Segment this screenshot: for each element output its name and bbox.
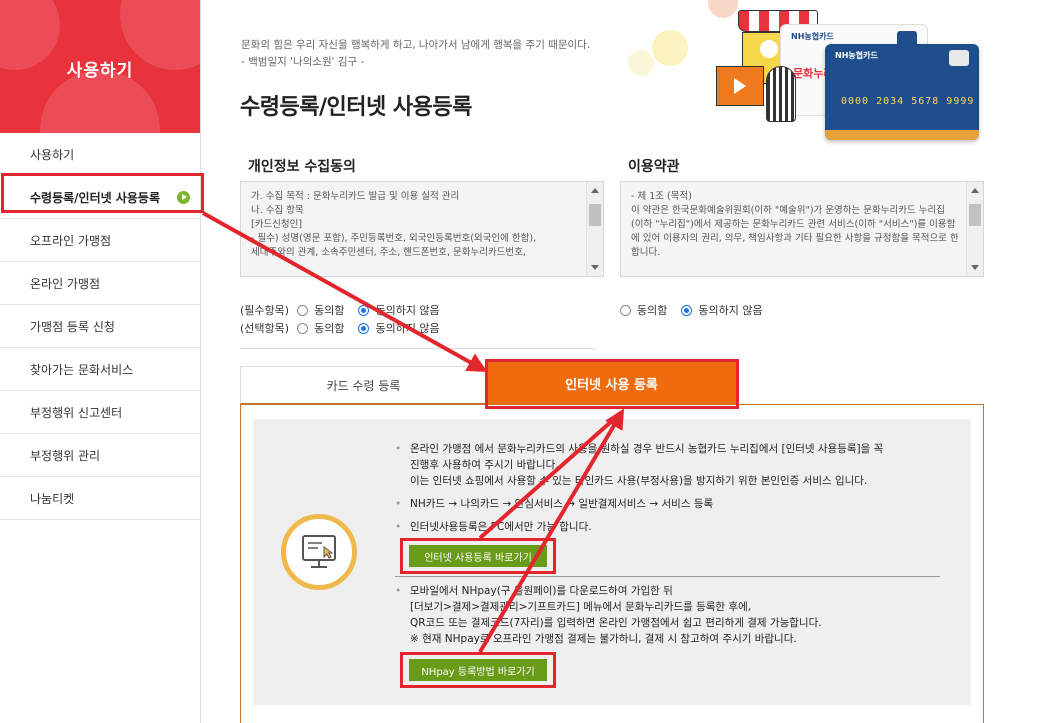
guide-text: [더보기>결제>결제관리>기프트카드] 메뉴에서 문화누리카드를 등록한 후에, [410,601,752,613]
required-agree-radio[interactable] [297,304,309,316]
guide-text: 온라인 가맹점 에서 문화누리카드의 사용을 원하실 경우 반드시 농협카드 누… [395,441,883,457]
sidebar-item-offline-store[interactable]: 오프라인 가맹점 [0,219,200,262]
sidebar-item-label: 나눔티켓 [30,491,75,506]
required-consent-row: (필수항목) 동의함 동의하지 않음 [240,302,454,318]
guide-path: NH카드 → 나의카드 → 안심서비스 → 일반결제서비스 → 서비스 등록 [395,496,883,512]
sidebar-item-store-apply[interactable]: 가맹점 등록 신청 [0,305,200,348]
terms-line: - 제 1조 (목적) [631,191,692,202]
internet-guide: 온라인 가맹점 에서 문화누리카드의 사용을 원하실 경우 반드시 농협카드 누… [395,441,883,535]
terms-line: 이 약관은 한국문화예술위원회(이하 "예술위")가 운영하는 문화누리카드 누… [631,205,945,216]
privacy-line: 나. 수집 항목 [251,205,304,216]
scrollbar[interactable] [966,182,983,276]
guide-text: QR코드 또는 결제코드(7자리)를 입력하면 온라인 가맹점에서 쉽고 편리하… [410,617,822,629]
privacy-line: 세대주와의 관계, 소속주민센터, 주소, 핸드폰번호, 문화누리카드번호, [251,247,526,258]
guide-text: 진행후 사용하여 주시기 바랍니다. [410,459,559,471]
tab-card-receive[interactable]: 카드 수령 등록 [240,366,487,404]
terms-heading: 이용약관 [628,159,680,175]
quote: 문화의 힘은 우리 자신을 행복하게 하고, 나아가서 남에게 행복을 주기 때… [241,37,590,71]
computer-icon [281,514,357,590]
card-brand: NH농협카드 [791,32,834,41]
nhpay-guide-link-button[interactable]: NHpay 등록방법 바로가기 [409,659,547,681]
guide-text: 인터넷사용등록은 PC에서만 가능 합니다. [395,519,883,535]
sidebar-item-label: 사용하기 [30,147,75,162]
privacy-line: - 필수) 성명(영문 포함), 주민등록번호, 외국인등록번호(외국인에 한함… [251,233,537,244]
optional-consent-row: (선택항목) 동의함 동의하지 않음 [240,320,454,336]
nhpay-guide: 모바일에서 NHpay(구 올원페이)를 다운로드하여 가입한 뒤 [더보기>결… [395,583,822,647]
privacy-line: 가. 수집 목적 : 문화누리카드 발급 및 이용 실적 관리 [251,191,460,202]
required-label: (필수항목) [240,304,290,317]
terms-agree-radio[interactable] [620,304,631,316]
sidebar-item-online-store[interactable]: 온라인 가맹점 [0,262,200,305]
arrow-right-icon [177,191,190,204]
guide-text: 모바일에서 NHpay(구 올원페이)를 다운로드하여 가입한 뒤 [395,583,822,599]
agree-label: 동의함 [637,304,668,317]
privacy-line: [카드신청인] [251,219,303,230]
quote-line: 문화의 힘은 우리 자신을 행복하게 하고, 나아가서 남에게 행복을 주기 때… [241,39,591,51]
sidebar-item-label: 가맹점 등록 신청 [30,319,115,334]
terms-disagree-radio[interactable] [681,304,693,316]
optional-agree-radio[interactable] [297,322,309,334]
page-title: 수령등록/인터넷 사용등록 [240,95,472,120]
terms-consent-row: 동의함 동의하지 않음 [620,302,777,318]
tab-internet-register[interactable]: 인터넷 사용 등록 [487,362,736,404]
sidebar-item-label: 온라인 가맹점 [30,276,101,291]
sidebar-item-fraud-report[interactable]: 부정행위 신고센터 [0,391,200,434]
privacy-textbox[interactable]: 가. 수집 목적 : 문화누리카드 발급 및 이용 실적 관리 나. 수집 항목… [240,181,604,277]
sidebar-item-registration[interactable]: 수령등록/인터넷 사용등록 [0,176,200,219]
card-image-front: NH농협카드 0000 2034 5678 9999 [825,44,979,140]
terms-line: (이하 "누리집")에서 제공하는 문화누리카드 관련 서비스(이하 "서비스"… [631,219,956,230]
sidebar-item-fraud-manage[interactable]: 부정행위 관리 [0,434,200,477]
sidebar-item-usage[interactable]: 사용하기 [0,133,200,176]
header-illustration: NH농협카드 문화누리 NH농협카드 0000 2034 5678 9999 [620,0,1000,145]
terms-line: 합니다. [631,247,661,258]
privacy-heading: 개인정보 수집동의 [248,159,356,175]
agree-label: 동의함 [314,304,345,317]
sidebar-item-label: 오프라인 가맹점 [30,233,112,248]
sidebar-item-label: 찾아가는 문화서비스 [30,362,134,377]
terms-line: 에 있어 이용자의 권리, 의무, 책임사항과 기타 필요한 사항을 규정함을 … [631,233,959,244]
required-disagree-radio[interactable] [358,304,370,316]
internet-register-link-button[interactable]: 인터넷 사용등록 바로가기 [409,545,547,567]
scrollbar[interactable] [586,182,603,276]
card-brand: NH농협카드 [835,51,878,60]
disagree-label: 동의하지 않음 [375,322,440,335]
sidebar-item-label: 부정행위 관리 [30,448,101,463]
sidebar-item-label: 수령등록/인터넷 사용등록 [30,190,161,205]
sidebar-item-visiting-service[interactable]: 찾아가는 문화서비스 [0,348,200,391]
quote-author: - 백범일지 '나의소원' 김구 - [241,56,365,68]
guide-text: 이는 인터넷 쇼핑에서 사용할 수 있는 타인카드 사용(부정사용)을 방지하기… [410,475,868,487]
divider [395,576,940,577]
divider [240,348,596,349]
sidebar-header: 사용하기 [0,0,200,133]
guide-notice: ※ 현재 NHpay로 오프라인 가맹점 결제는 불가하니, 결제 시 참고하여… [410,633,797,645]
sidebar-item-share-ticket[interactable]: 나눔티켓 [0,477,200,520]
agree-label: 동의함 [314,322,345,335]
terms-textbox[interactable]: - 제 1조 (목적) 이 약관은 한국문화예술위원회(이하 "예술위")가 운… [620,181,984,277]
sidebar-item-label: 부정행위 신고센터 [30,405,123,420]
disagree-label: 동의하지 않음 [698,304,763,317]
disagree-label: 동의하지 않음 [375,304,440,317]
optional-label: (선택항목) [240,322,290,335]
sidebar-title: 사용하기 [66,61,134,81]
optional-disagree-radio[interactable] [358,322,370,334]
card-number: 0000 2034 5678 9999 [841,96,975,107]
sidebar: 사용하기 사용하기 수령등록/인터넷 사용등록 오프라인 가맹점 온라인 가맹점… [0,0,201,723]
